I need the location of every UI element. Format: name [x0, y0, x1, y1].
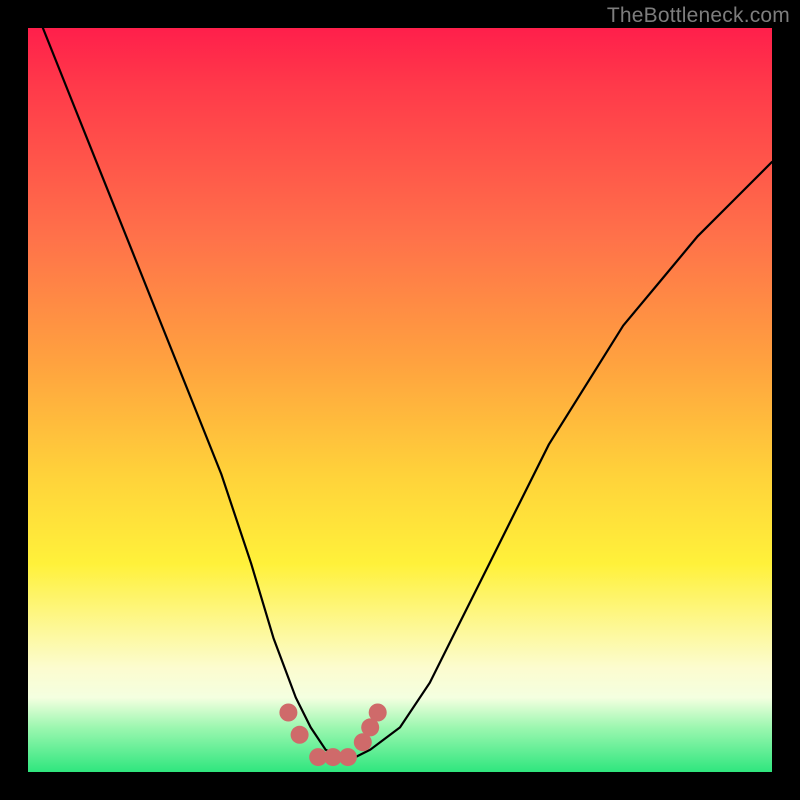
highlight-marker	[291, 726, 309, 744]
marker-cluster	[279, 704, 386, 767]
watermark-text: TheBottleneck.com	[607, 4, 790, 28]
highlight-marker	[369, 704, 387, 722]
chart-frame: TheBottleneck.com	[0, 0, 800, 800]
bottleneck-curve-path	[43, 28, 772, 757]
curve-svg	[28, 28, 772, 772]
highlight-marker	[279, 704, 297, 722]
plot-area	[28, 28, 772, 772]
highlight-marker	[339, 748, 357, 766]
